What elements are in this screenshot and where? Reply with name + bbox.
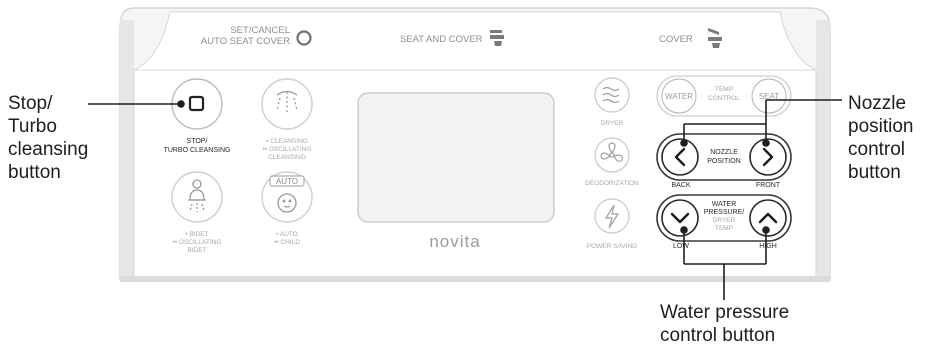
pressure-label-2: PRESSURE/ — [704, 209, 745, 216]
pressure-low-button[interactable] — [661, 199, 699, 237]
cleansing-label-3: CLEANSING — [268, 154, 306, 161]
temp-label-1: TEMP — [715, 86, 733, 93]
display-window — [357, 92, 555, 223]
housing-right-edge — [816, 20, 830, 280]
brand-logo: novita — [429, 232, 480, 251]
cleansing-button[interactable] — [261, 78, 313, 130]
deodorization-label: DEODORIZATION — [585, 180, 639, 187]
bidet-label-2: •• OSCILLATING — [173, 239, 222, 246]
pressure-label-1: WATER — [712, 201, 737, 208]
cleansing-label-1: • CLEANSING — [266, 138, 308, 145]
stop-label: STOP/ — [187, 138, 208, 145]
nozzle-label-1: NOZZLE — [710, 149, 738, 156]
auto-badge-text: AUTO — [276, 177, 298, 186]
water-pressure-callout: Water pressure control button — [660, 302, 790, 346]
auto-label-1: • AUTO — [276, 231, 298, 238]
nozzle-back-button[interactable] — [661, 138, 699, 176]
power-saving-label: POWER SAVING — [587, 243, 637, 250]
cover-label: COVER — [659, 34, 693, 45]
bidet-label-3: BIDET — [187, 247, 206, 254]
auto-label-2: •• CHILD — [274, 239, 300, 246]
cleansing-label-2: •• OSCILLATING — [263, 146, 312, 153]
housing-left-edge — [120, 20, 134, 280]
power-saving-button[interactable] — [594, 198, 630, 234]
set-cancel-label: SET/CANCEL — [230, 25, 290, 36]
stop-turbo-callout: Stop/ Turbo cleansing button — [8, 93, 89, 183]
temp-label-2: CONTROL — [708, 95, 740, 102]
high-label: HIGH — [759, 243, 777, 250]
back-label: BACK — [671, 182, 690, 189]
auto-seat-cover-label: AUTO SEAT COVER — [201, 36, 290, 47]
turbo-label: TURBO CLEANSING — [164, 147, 231, 154]
nozzle-callout: Nozzle position control button — [848, 93, 914, 183]
control-panel-diagram: SET/CANCEL AUTO SEAT COVER SEAT AND COVE… — [88, 7, 842, 300]
dryer-label: DRYER — [601, 120, 624, 127]
nozzle-label-2: POSITION — [707, 158, 740, 165]
low-label: LOW — [673, 243, 689, 250]
pressure-label-3: DRYER — [713, 217, 736, 224]
bidet-label-1: • BIDET — [185, 231, 208, 238]
pressure-label-4: TEMP — [715, 225, 733, 232]
seat-and-cover-label: SEAT AND COVER — [400, 34, 483, 45]
front-label: FRONT — [756, 182, 781, 189]
water-temp-label: WATER — [665, 92, 693, 101]
